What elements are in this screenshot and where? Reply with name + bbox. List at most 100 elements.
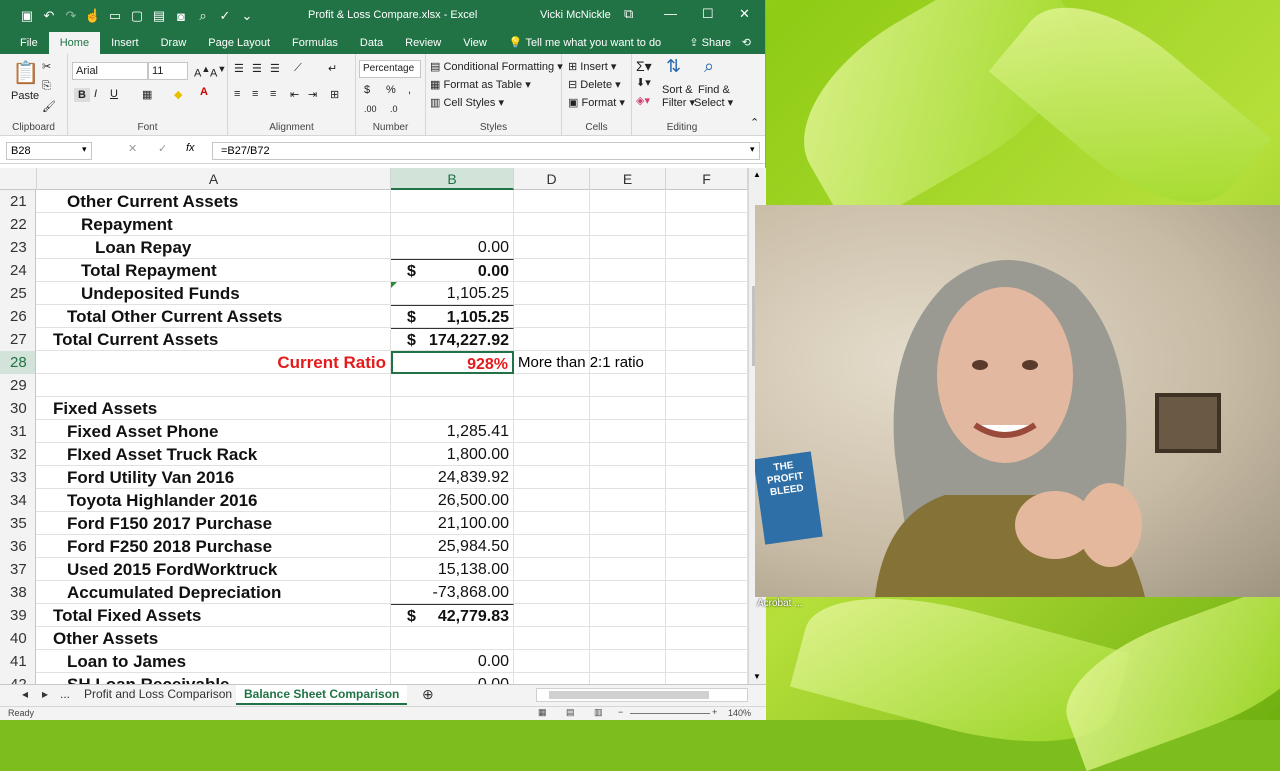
cell-f[interactable] (666, 351, 748, 374)
font-name-select[interactable]: Arial (72, 62, 148, 80)
tab-formulas[interactable]: Formulas (281, 32, 349, 54)
bold-icon[interactable]: B (74, 88, 90, 102)
name-box[interactable]: B28 (6, 142, 92, 160)
cell-e[interactable] (590, 236, 666, 259)
column-header-d[interactable]: D (514, 168, 590, 190)
cell-a[interactable]: Fixed Assets (37, 397, 391, 420)
column-header-a[interactable]: A (37, 168, 391, 190)
cell-f[interactable] (666, 282, 748, 305)
cut-icon[interactable]: ✂ (42, 60, 51, 73)
cell-f[interactable] (666, 420, 748, 443)
zoom-in-icon[interactable]: + (712, 707, 717, 717)
column-header-e[interactable]: E (590, 168, 666, 190)
decrease-font-icon[interactable]: A▼ (210, 64, 226, 80)
page-break-view-icon[interactable]: ▥ (594, 707, 603, 718)
insert-function-icon[interactable]: fx (186, 142, 195, 154)
error-indicator-icon[interactable] (391, 282, 397, 288)
cell-f[interactable] (666, 650, 748, 673)
sheet-tab-balance-sheet[interactable]: Balance Sheet Comparison (236, 685, 408, 705)
cell-d[interactable] (514, 489, 590, 512)
cell-b[interactable] (391, 190, 514, 213)
align-right-icon[interactable]: ≡ (270, 88, 276, 100)
underline-icon[interactable]: U (110, 88, 118, 100)
horizontal-scrollbar[interactable] (536, 688, 748, 702)
ribbon-display-icon[interactable]: ⧉ (624, 6, 633, 22)
cell-d[interactable] (514, 535, 590, 558)
name-box-dropdown-icon[interactable]: ▾ (82, 144, 87, 155)
more-sheets[interactable]: ... (52, 685, 78, 705)
cell-d[interactable]: More than 2:1 ratio (514, 351, 644, 374)
cell-f[interactable] (666, 535, 748, 558)
cell-f[interactable] (666, 374, 748, 397)
customize-qat-icon[interactable]: ⌄ (236, 8, 258, 24)
cell-b[interactable]: 25,984.50 (391, 535, 514, 558)
page-layout-view-icon[interactable]: ▤ (566, 707, 575, 718)
row-header[interactable]: 42 (0, 673, 36, 684)
cell-b[interactable]: 0.00 (391, 650, 514, 673)
cell-d[interactable] (514, 305, 590, 328)
cell-d[interactable] (514, 673, 590, 684)
select-label[interactable]: Select ▾ (694, 96, 733, 109)
paste-icon[interactable]: 📋 (12, 60, 39, 86)
close-icon[interactable]: ✕ (739, 6, 750, 22)
cell-f[interactable] (666, 213, 748, 236)
cell-e[interactable] (590, 558, 666, 581)
cell-b[interactable]: 26,500.00 (391, 489, 514, 512)
cell-d[interactable] (514, 604, 590, 627)
cell-b[interactable]: $0.00 (391, 259, 514, 282)
tab-insert[interactable]: Insert (100, 32, 150, 54)
delete-cells-button[interactable]: ⊟ Delete ▾ (568, 78, 621, 91)
cell-d[interactable] (514, 190, 590, 213)
increase-font-icon[interactable]: A▲ (194, 64, 210, 80)
cell-b[interactable]: 928% (391, 351, 514, 374)
cell-e[interactable] (590, 443, 666, 466)
cell-e[interactable] (590, 420, 666, 443)
row-header[interactable]: 27 (0, 328, 36, 351)
find-select-icon[interactable]: ⌕ (704, 56, 714, 77)
autosum-icon[interactable]: Σ▾ (636, 58, 652, 75)
cell-f[interactable] (666, 190, 748, 213)
cell-e[interactable] (590, 627, 666, 650)
sort-filter-icon[interactable]: ⇅ (666, 56, 681, 77)
scroll-up-icon[interactable]: ▲ (753, 170, 761, 179)
cell-a[interactable]: Loan Repay (37, 236, 391, 259)
row-header[interactable]: 22 (0, 213, 36, 236)
cell-e[interactable] (590, 650, 666, 673)
cell-f[interactable] (666, 328, 748, 351)
cell-d[interactable] (514, 466, 590, 489)
cell-e[interactable] (590, 305, 666, 328)
zoom-out-icon[interactable]: − (618, 707, 623, 717)
format-painter-icon[interactable]: 🖌 (42, 100, 56, 113)
confirm-entry-icon[interactable]: ✓ (158, 142, 167, 155)
fill-color-icon[interactable]: ◆ (174, 88, 182, 101)
align-left-icon[interactable]: ≡ (234, 88, 240, 100)
cell-a[interactable]: Ford F150 2017 Purchase (37, 512, 391, 535)
decrease-indent-icon[interactable]: ⇤ (290, 88, 299, 101)
open-icon[interactable]: ▭ (104, 8, 126, 24)
cell-a[interactable]: Repayment (37, 213, 391, 236)
cell-d[interactable] (514, 581, 590, 604)
row-header[interactable]: 31 (0, 420, 36, 443)
cell-b[interactable]: $174,227.92 (391, 328, 514, 351)
italic-icon[interactable]: I (94, 88, 97, 100)
cell-e[interactable] (590, 328, 666, 351)
currency-icon[interactable]: $ (364, 84, 370, 96)
sort-filter-label[interactable]: Sort & (662, 84, 693, 96)
row-header[interactable]: 28 (0, 351, 36, 374)
cell-b[interactable]: 21,100.00 (391, 512, 514, 535)
cell-a[interactable]: Other Assets (37, 627, 391, 650)
prev-sheet-icon[interactable]: ◂ (14, 685, 36, 705)
increase-indent-icon[interactable]: ⇥ (308, 88, 317, 101)
cell-a[interactable]: Toyota Highlander 2016 (37, 489, 391, 512)
row-header[interactable]: 21 (0, 190, 36, 213)
cell-a[interactable]: Current Ratio (37, 351, 391, 374)
expand-formula-icon[interactable]: ▾ (750, 144, 755, 155)
percent-icon[interactable]: % (386, 84, 396, 96)
cell-b[interactable] (391, 397, 514, 420)
cell-f[interactable] (666, 443, 748, 466)
comma-icon[interactable]: , (408, 84, 411, 96)
cell-b[interactable]: 15,138.00 (391, 558, 514, 581)
new-sheet-icon[interactable]: ▢ (126, 8, 148, 24)
tab-page-layout[interactable]: Page Layout (197, 32, 281, 54)
cell-b[interactable] (391, 627, 514, 650)
